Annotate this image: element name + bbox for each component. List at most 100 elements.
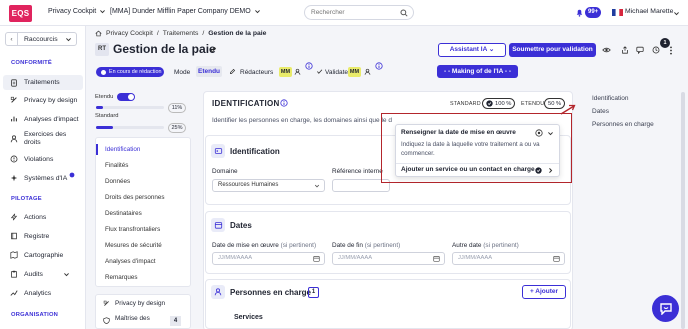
privacy-by-design-link[interactable]: Privacy by design (115, 300, 165, 307)
nav-item-flux[interactable]: Flux transfrontaliers (105, 226, 160, 233)
shortcuts-label: Raccourcis (24, 35, 58, 43)
shortcuts-dropdown[interactable]: ‹ Raccourcis (5, 32, 77, 46)
nav-item-destinataires[interactable]: Destinataires (105, 210, 142, 217)
submit-validation-button[interactable]: Soumettre pour validation (509, 43, 596, 57)
sidebar-item-label: Audits (24, 270, 43, 278)
nav-item-donnees[interactable]: Données (105, 178, 130, 185)
history-icon[interactable] (652, 46, 660, 54)
nav-item-remarques[interactable]: Remarques (105, 274, 138, 281)
alert-icon (10, 155, 18, 163)
nav-item-identification[interactable]: Identification (105, 146, 140, 153)
comment-icon[interactable] (636, 46, 644, 54)
workspace-dropdown[interactable]: Privacy Cockpit (48, 8, 106, 15)
breadcrumb-current: Gestion de la paie (208, 30, 267, 37)
sidebar-item-registre[interactable]: Registre (3, 232, 83, 240)
sidebar-item-cartographie[interactable]: Cartographie (3, 251, 83, 259)
more-vertical-icon[interactable] (669, 46, 673, 55)
toc-item-dates[interactable]: Dates (592, 108, 609, 115)
calendar-icon[interactable] (313, 255, 320, 262)
sidebar-item-exercices-droits[interactable]: Exercices des droits (3, 131, 83, 147)
sidebar-item-analytics[interactable]: Analytics (3, 289, 83, 297)
target-icon (535, 129, 543, 137)
edit-icon (230, 68, 236, 74)
validateur-avatar[interactable]: MM (348, 67, 361, 77)
home-icon (95, 30, 102, 37)
start-date-label-text: Date de mise en œuvre (212, 242, 279, 249)
suggestion-title[interactable]: Renseigner la date de mise en œuvre (401, 129, 516, 136)
sidebar-item-label: Analytics (24, 289, 52, 297)
user-icon[interactable] (364, 68, 371, 76)
sidebar-item-privacy-by-design[interactable]: Privacy by design (3, 96, 83, 104)
end-date-label-text: Date de fin (332, 242, 363, 249)
sidebar-item-audits[interactable]: Audits (3, 270, 83, 278)
sidebar-item-violations[interactable]: Violations (3, 155, 83, 163)
nav-item-finalites[interactable]: Finalités (105, 162, 128, 169)
collapse-sidebar-icon[interactable]: ‹ (6, 33, 18, 45)
other-date-input[interactable]: JJ/MM/AAAA (452, 252, 565, 265)
etendu-score-label: ETENDU (521, 101, 545, 107)
sidebar-item-label: Privacy by design (24, 96, 78, 104)
breadcrumb-item[interactable]: Traitements (163, 30, 199, 37)
calendar-icon[interactable] (553, 255, 560, 262)
chevron-down-icon[interactable] (673, 10, 680, 17)
notification-badge[interactable]: 99+ (585, 7, 602, 18)
dates-subtitle: Dates (230, 221, 252, 230)
app-logo[interactable]: EQS (9, 5, 32, 22)
redacteur-avatar[interactable]: MM (279, 67, 292, 77)
assistant-ia-label: Assistant IA (449, 46, 488, 53)
toc-item-identification[interactable]: Identification (592, 95, 629, 102)
sidebar-item-label: Systèmes d'IA (24, 174, 68, 182)
chevron-right-icon[interactable] (547, 167, 554, 174)
breadcrumb-separator: / (156, 30, 159, 37)
mode-label: Mode (174, 69, 191, 76)
info-icon[interactable] (305, 62, 313, 70)
share-icon[interactable] (621, 46, 629, 54)
user-icon[interactable] (294, 68, 301, 76)
standard-progress-value: 25% (168, 123, 186, 133)
mode-etendu-toggle[interactable]: Etendu (196, 66, 222, 77)
sidebar-item-systemes-ia[interactable]: Systèmes d'IA (3, 172, 83, 182)
bell-icon[interactable] (575, 8, 584, 17)
search-box[interactable] (304, 5, 414, 20)
french-flag-icon[interactable] (612, 9, 623, 16)
document-icon (11, 78, 17, 87)
start-date-input[interactable]: JJ/MM/AAAA (212, 252, 325, 265)
suggestions-popover: Renseigner la date de mise en œuvre Indi… (395, 124, 560, 177)
date-placeholder: JJ/MM/AAAA (458, 255, 493, 261)
add-person-button[interactable]: + Ajouter (522, 285, 566, 299)
shield-icon (103, 317, 110, 324)
maitrise-link[interactable]: Maîtrise des (115, 315, 150, 322)
info-icon[interactable] (375, 62, 383, 70)
etendu-progress-label: Etendu (95, 94, 114, 100)
suggestion-title[interactable]: Ajouter un service ou un contact en char… (401, 166, 535, 173)
user-menu[interactable]: Michael Marette (625, 8, 673, 15)
person-icon (10, 135, 18, 143)
making-of-ia-button[interactable]: - - Making of de l'IA - - (437, 65, 518, 78)
section-organisation: ORGANISATION (11, 312, 59, 318)
nav-item-securite[interactable]: Mesures de sécurité (105, 242, 162, 249)
id-card-icon (211, 144, 225, 158)
search-input[interactable] (305, 6, 395, 19)
sidebar-item-actions[interactable]: Actions (3, 213, 83, 221)
breadcrumb-item[interactable]: Privacy Cockpit (106, 30, 153, 37)
assistant-ia-button[interactable]: Assistant IA ⌄ (438, 43, 506, 57)
chevron-down-icon[interactable] (547, 130, 554, 137)
edit-icon[interactable] (210, 46, 217, 53)
status-badge: En cours de rédaction (96, 67, 164, 77)
company-dropdown[interactable]: [MMA] Dunder Mifflin Paper Company DEMO (110, 8, 261, 15)
help-button[interactable] (652, 295, 679, 322)
info-icon[interactable] (280, 99, 288, 107)
sidebar-item-analyses-impact[interactable]: Analyses d'impact (3, 115, 83, 123)
etendu-toggle[interactable] (117, 93, 135, 101)
nav-item-droits[interactable]: Droits des personnes (105, 194, 165, 201)
toc-item-personnes[interactable]: Personnes en charge (592, 121, 654, 128)
end-date-input[interactable]: JJ/MM/AAAA (332, 252, 445, 265)
scrollbar[interactable] (681, 92, 685, 329)
qualifier-text: (si pertinent) (364, 242, 401, 249)
domaine-select[interactable]: Ressources Humaines (212, 179, 325, 192)
nav-item-analyses[interactable]: Analyses d'impact (105, 258, 156, 265)
eye-icon[interactable] (602, 46, 611, 54)
clipboard-icon (11, 270, 17, 278)
calendar-icon[interactable] (433, 255, 440, 262)
sidebar-item-traitements[interactable]: Traitements (3, 75, 83, 90)
